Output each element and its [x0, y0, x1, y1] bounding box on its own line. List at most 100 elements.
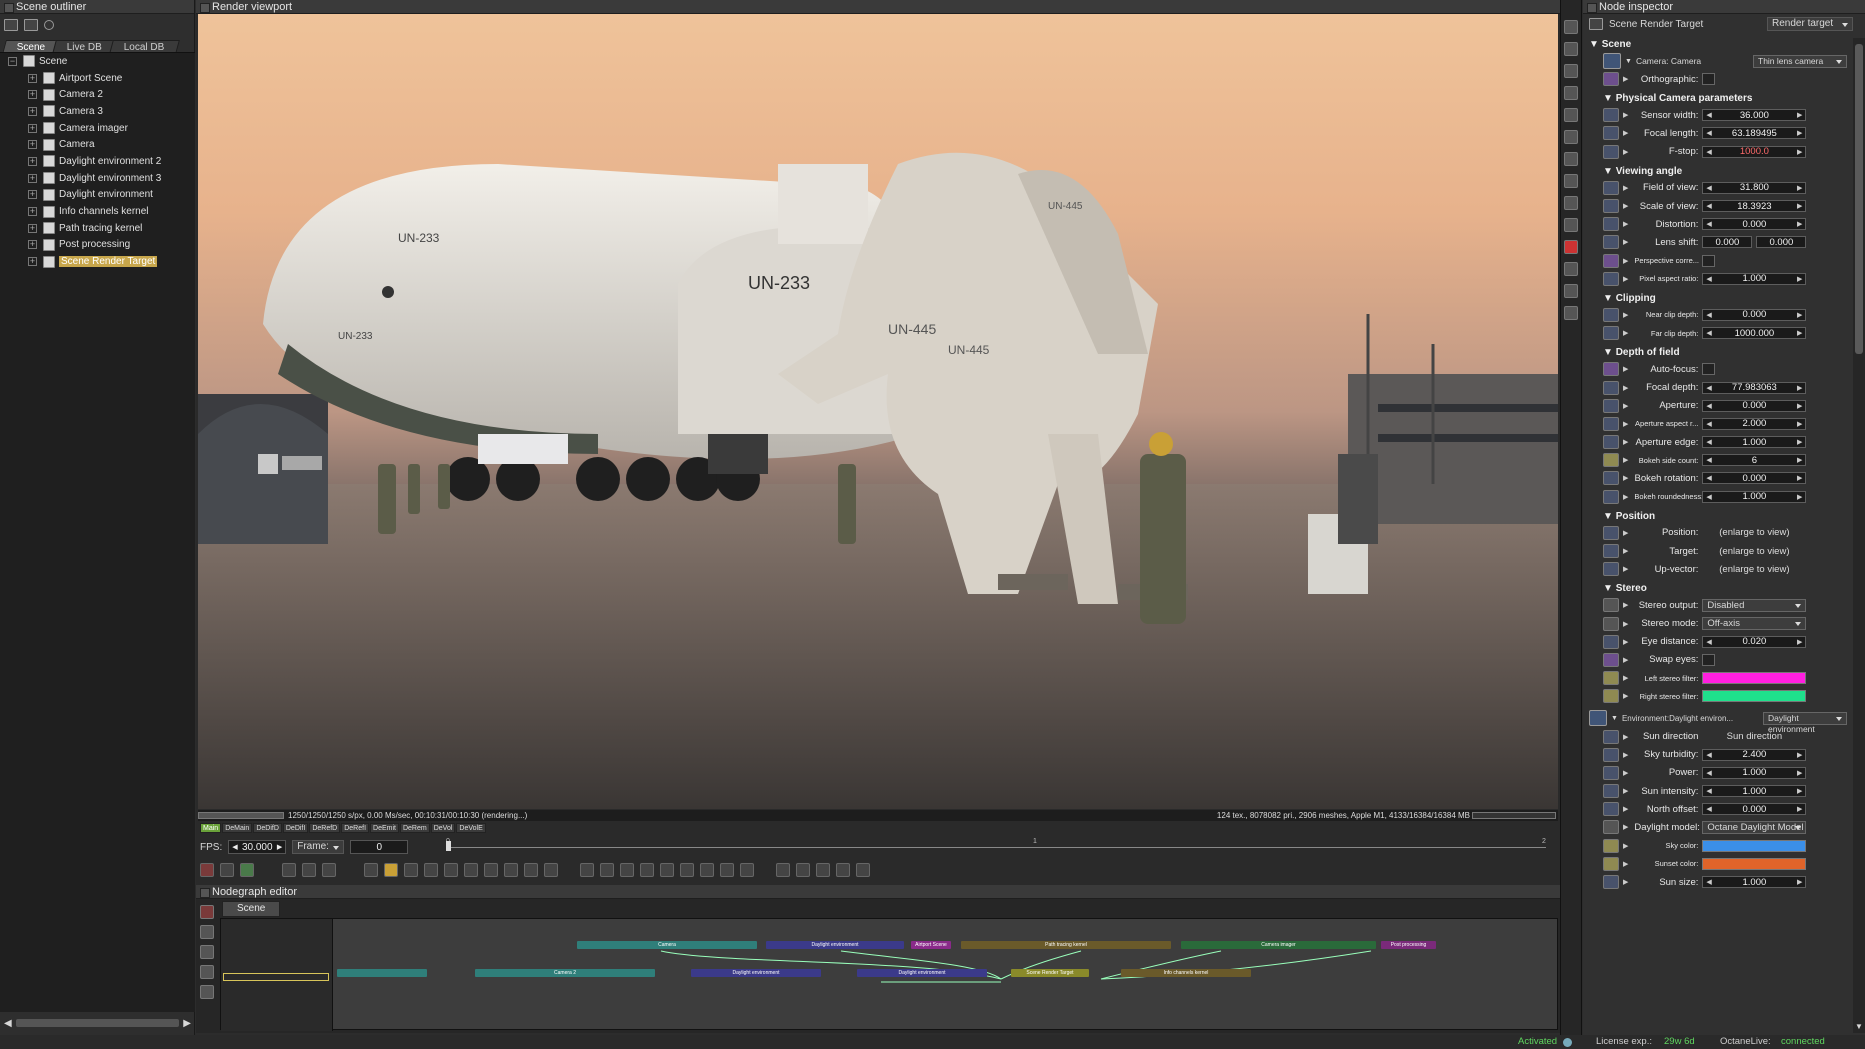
render-pass-button[interactable]: DeDifI — [282, 823, 309, 833]
color-swatch[interactable] — [1702, 857, 1807, 870]
pin-icon[interactable] — [1603, 326, 1619, 341]
parameter-value-spinner[interactable]: ◀ 1.000 ▶ — [1702, 876, 1807, 889]
decrease-icon[interactable]: ◀ — [1706, 384, 1711, 392]
parameter-value-spinner[interactable]: ◀ 1.000 ▶ — [1702, 766, 1807, 779]
pin-icon[interactable] — [1603, 598, 1619, 613]
decrease-icon[interactable]: ◀ — [1706, 202, 1711, 210]
expand-arrow-icon[interactable]: ▶ — [1623, 129, 1628, 137]
render-pass-button[interactable]: DeRefI — [341, 823, 370, 833]
expand-arrow-icon[interactable]: ▶ — [1623, 860, 1628, 868]
outliner-horizontal-scrollbar[interactable]: ◀ ▶ — [4, 1017, 191, 1029]
render-pass-button[interactable]: DeRem — [399, 823, 430, 833]
expand-arrow-icon[interactable]: ▶ — [1623, 620, 1628, 628]
parameter-value-spinner[interactable]: ◀ 0.020 ▶ — [1702, 635, 1807, 648]
node-daylight-environment-3[interactable]: Daylight environment — [857, 969, 987, 977]
tree-item[interactable]: + Camera imager — [0, 120, 195, 137]
pin-icon[interactable] — [1603, 271, 1619, 286]
save-icon[interactable] — [4, 19, 18, 31]
expand-arrow-icon[interactable]: ▶ — [1623, 656, 1628, 664]
render-pass-button[interactable]: DeEmit — [370, 823, 399, 833]
node-camera-3[interactable] — [337, 969, 427, 977]
increase-icon[interactable]: ▶ — [1797, 148, 1802, 156]
image-icon[interactable] — [700, 863, 714, 877]
expand-all-icon[interactable] — [1564, 42, 1578, 56]
object-picker-icon[interactable] — [524, 863, 538, 877]
nodegraph-canvas[interactable]: Camera Daylight environment Airtport Sce… — [220, 918, 1558, 1031]
parameter-value-spinner[interactable]: ◀ 1.000 ▶ — [1702, 272, 1807, 285]
decrease-icon[interactable]: ◀ — [1706, 111, 1711, 119]
pause-icon[interactable] — [282, 863, 296, 877]
picker-icon[interactable] — [444, 863, 458, 877]
pin-icon[interactable] — [1603, 562, 1619, 577]
expand-icon[interactable]: + — [28, 73, 37, 83]
parameter-value-spinner[interactable]: ◀ 1.000 ▶ — [1702, 490, 1807, 503]
lock-icon[interactable] — [640, 863, 654, 877]
decrease-icon[interactable]: ◀ — [1706, 129, 1711, 137]
parameter-value[interactable]: Sun direction — [1702, 731, 1806, 742]
expand-arrow-icon[interactable]: ▶ — [1623, 438, 1628, 446]
expand-icon[interactable]: + — [28, 123, 37, 133]
increase-icon[interactable]: ▶ — [1797, 878, 1802, 886]
increase-icon[interactable]: ▶ — [1797, 805, 1802, 813]
pin-icon[interactable] — [1603, 180, 1619, 195]
pin-icon[interactable] — [1603, 689, 1619, 704]
camera-type-dropdown[interactable]: Thin lens camera — [1753, 54, 1847, 68]
parameter-value-spinner[interactable]: ◀ 0.000 ▶ — [1702, 803, 1807, 816]
pin-icon[interactable] — [1603, 652, 1619, 667]
parameter-value-spinner[interactable]: ◀ 36.000 ▶ — [1702, 109, 1807, 122]
checkbox[interactable] — [1702, 254, 1716, 267]
snap-icon[interactable] — [200, 945, 214, 959]
parameter-dropdown[interactable]: Off-axis — [1702, 617, 1807, 631]
frame-input[interactable]: 0 — [350, 840, 409, 854]
increase-icon[interactable]: ▶ — [1797, 769, 1802, 777]
geometry-icon[interactable] — [1564, 152, 1578, 166]
pin-icon[interactable] — [1603, 398, 1619, 413]
expand-arrow-icon[interactable]: ▶ — [1623, 674, 1628, 682]
pin-icon[interactable] — [1603, 126, 1619, 141]
parameter-dropdown[interactable]: Octane Daylight Model — [1702, 820, 1807, 834]
rotate-icon[interactable] — [816, 863, 830, 877]
parameter-value-spinner[interactable]: ◀ 0.000 ▶ — [1702, 399, 1807, 412]
environment-type-dropdown[interactable]: Daylight environment — [1763, 711, 1847, 734]
render-pass-button[interactable]: DeMain — [222, 823, 253, 833]
play-icon[interactable] — [384, 863, 398, 877]
expand-icon[interactable]: + — [28, 240, 37, 250]
increase-icon[interactable]: ▶ — [1797, 129, 1802, 137]
scroll-down-icon[interactable]: ▼ — [1855, 1022, 1863, 1031]
render-pass-button[interactable]: DeDifD — [253, 823, 282, 833]
pin-icon[interactable] — [1603, 217, 1619, 232]
pin-icon[interactable] — [1603, 253, 1619, 268]
tree-item[interactable]: + Camera 2 — [0, 86, 195, 103]
parameter-value-spinner[interactable]: ◀ 0.000 ▶ — [1702, 218, 1807, 231]
pin-icon[interactable] — [1603, 802, 1619, 817]
expand-icon[interactable]: + — [28, 190, 37, 200]
tree-item[interactable]: + Scene Render Target — [0, 253, 195, 270]
scroll-left-icon[interactable]: ◀ — [4, 1018, 12, 1029]
node-camera[interactable]: Camera — [577, 941, 757, 949]
pin-icon[interactable] — [200, 965, 214, 979]
timeline-slider[interactable]: 0 1 2 — [446, 838, 1546, 851]
pin-icon[interactable] — [1603, 634, 1619, 649]
tree-item[interactable]: + Daylight environment — [0, 187, 195, 204]
increase-icon[interactable]: ▶ — [1797, 787, 1802, 795]
increase-icon[interactable]: ▶ — [1797, 420, 1802, 428]
pin-icon[interactable] — [1603, 144, 1619, 159]
pause-render-icon[interactable] — [364, 863, 378, 877]
pin-icon[interactable] — [1603, 784, 1619, 799]
node-icon[interactable] — [740, 863, 754, 877]
render-pass-button[interactable]: DeVol — [430, 823, 456, 833]
decrease-icon[interactable]: ◀ — [1706, 220, 1711, 228]
tree-item[interactable]: + Info channels kernel — [0, 203, 195, 220]
node-scene-render-target[interactable]: Scene Render Target — [1011, 969, 1089, 977]
expand-arrow-icon[interactable]: ▶ — [1623, 638, 1628, 646]
tree-item[interactable]: + Path tracing kernel — [0, 220, 195, 237]
tree-root-scene[interactable]: − Scene — [0, 53, 195, 70]
camera-icon[interactable] — [1564, 86, 1578, 100]
decrease-icon[interactable]: ◀ — [1706, 456, 1711, 464]
expand-arrow-icon[interactable]: ▶ — [1623, 493, 1628, 501]
pin-icon[interactable] — [1603, 765, 1619, 780]
expand-icon[interactable]: + — [28, 223, 37, 233]
decrease-icon[interactable]: ◀ — [1706, 148, 1711, 156]
color-swatch[interactable] — [1702, 839, 1807, 852]
copy-icon[interactable] — [580, 863, 594, 877]
